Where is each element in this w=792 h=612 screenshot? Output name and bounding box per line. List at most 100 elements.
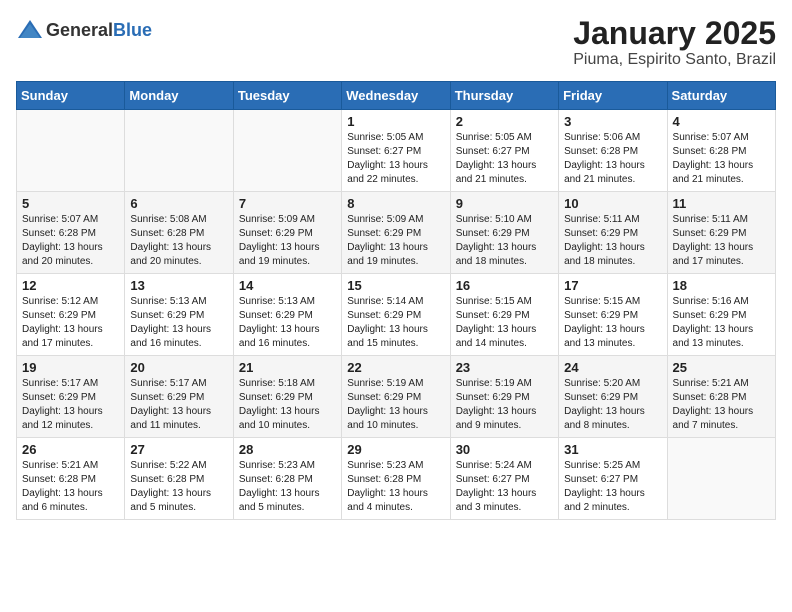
table-row: 11 Sunrise: 5:11 AM Sunset: 6:29 PM Dayli…: [667, 192, 775, 274]
table-row: 22 Sunrise: 5:19 AM Sunset: 6:29 PM Dayli…: [342, 356, 450, 438]
day-info: Sunrise: 5:15 AM Sunset: 6:29 PM Dayligh…: [456, 295, 553, 351]
table-row: 25Sunrise: 5:21 AM Sunset: 6:28 PM Dayli…: [667, 356, 775, 438]
header-monday: Monday: [125, 82, 233, 110]
day-info: Sunrise: 5:07 AM Sunset: 6:28 PM Dayligh…: [22, 213, 119, 269]
day-number: 30: [456, 442, 553, 457]
day-number: 24: [564, 360, 661, 375]
day-info: Sunrise: 5:15 AM Sunset: 6:29 PM Dayligh…: [564, 295, 661, 351]
day-info: Sunrise: 5:11 AM Sunset: 6:29 PM Dayligh…: [564, 213, 661, 269]
table-row: 31 Sunrise: 5:25 AM Sunset: 6:27 PM Dayli…: [559, 438, 667, 520]
table-row: 27Sunrise: 5:22 AM Sunset: 6:28 PM Dayli…: [125, 438, 233, 520]
day-number: 5: [22, 196, 119, 211]
table-row: 16 Sunrise: 5:15 AM Sunset: 6:29 PM Dayli…: [450, 274, 558, 356]
table-row: 15 Sunrise: 5:14 AM Sunset: 6:29 PM Dayli…: [342, 274, 450, 356]
day-number: 20: [130, 360, 227, 375]
page-header: GeneralBlue January 2025 Piuma, Espirito…: [16, 16, 776, 69]
table-row: 23 Sunrise: 5:19 AM Sunset: 6:29 PM Dayli…: [450, 356, 558, 438]
day-number: 11: [673, 196, 770, 211]
day-number: 7: [239, 196, 336, 211]
day-number: 14: [239, 278, 336, 293]
day-number: 28: [239, 442, 336, 457]
table-row: 6 Sunrise: 5:08 AM Sunset: 6:28 PM Daylig…: [125, 192, 233, 274]
day-number: 13: [130, 278, 227, 293]
day-info: Sunrise: 5:11 AM Sunset: 6:29 PM Dayligh…: [673, 213, 770, 269]
header-sunday: Sunday: [17, 82, 125, 110]
day-info: Sunrise: 5:12 AM Sunset: 6:29 PM Dayligh…: [22, 295, 119, 351]
day-info: Sunrise: 5:20 AM Sunset: 6:29 PM Dayligh…: [564, 377, 661, 433]
day-number: 12: [22, 278, 119, 293]
day-number: 15: [347, 278, 444, 293]
day-number: 22: [347, 360, 444, 375]
day-info: Sunrise: 5:09 AM Sunset: 6:29 PM Dayligh…: [347, 213, 444, 269]
day-info: Sunrise: 5:09 AM Sunset: 6:29 PM Dayligh…: [239, 213, 336, 269]
logo: GeneralBlue: [16, 16, 152, 44]
day-info: Sunrise: 5:05 AM Sunset: 6:27 PM Dayligh…: [456, 131, 553, 187]
day-number: 18: [673, 278, 770, 293]
table-row: [233, 110, 341, 192]
day-info: Sunrise: 5:16 AM Sunset: 6:29 PM Dayligh…: [673, 295, 770, 351]
table-row: [17, 110, 125, 192]
logo-icon: [16, 16, 44, 44]
calendar-table: Sunday Monday Tuesday Wednesday Thursday…: [16, 81, 776, 520]
table-row: [125, 110, 233, 192]
calendar-title: January 2025: [573, 16, 776, 51]
day-number: 10: [564, 196, 661, 211]
day-info: Sunrise: 5:24 AM Sunset: 6:27 PM Dayligh…: [456, 459, 553, 515]
day-number: 6: [130, 196, 227, 211]
day-info: Sunrise: 5:23 AM Sunset: 6:28 PM Dayligh…: [347, 459, 444, 515]
day-number: 1: [347, 114, 444, 129]
header-tuesday: Tuesday: [233, 82, 341, 110]
weekday-header-row: Sunday Monday Tuesday Wednesday Thursday…: [17, 82, 776, 110]
day-info: Sunrise: 5:07 AM Sunset: 6:28 PM Dayligh…: [673, 131, 770, 187]
table-row: 21 Sunrise: 5:18 AM Sunset: 6:29 PM Dayli…: [233, 356, 341, 438]
day-number: 26: [22, 442, 119, 457]
day-info: Sunrise: 5:06 AM Sunset: 6:28 PM Dayligh…: [564, 131, 661, 187]
table-row: 29 Sunrise: 5:23 AM Sunset: 6:28 PM Dayli…: [342, 438, 450, 520]
header-saturday: Saturday: [667, 82, 775, 110]
table-row: 14 Sunrise: 5:13 AM Sunset: 6:29 PM Dayli…: [233, 274, 341, 356]
table-row: 3Sunrise: 5:06 AM Sunset: 6:28 PM Daylig…: [559, 110, 667, 192]
table-row: 1 Sunrise: 5:05 AM Sunset: 6:27 PM Daylig…: [342, 110, 450, 192]
calendar-week-row: 12 Sunrise: 5:12 AM Sunset: 6:29 PM Dayli…: [17, 274, 776, 356]
calendar-week-row: 1 Sunrise: 5:05 AM Sunset: 6:27 PM Daylig…: [17, 110, 776, 192]
title-block: January 2025 Piuma, Espirito Santo, Braz…: [573, 16, 776, 69]
calendar-week-row: 19Sunrise: 5:17 AM Sunset: 6:29 PM Dayli…: [17, 356, 776, 438]
calendar-week-row: 5 Sunrise: 5:07 AM Sunset: 6:28 PM Daylig…: [17, 192, 776, 274]
day-number: 9: [456, 196, 553, 211]
table-row: 28Sunrise: 5:23 AM Sunset: 6:28 PM Dayli…: [233, 438, 341, 520]
table-row: 8 Sunrise: 5:09 AM Sunset: 6:29 PM Daylig…: [342, 192, 450, 274]
day-info: Sunrise: 5:13 AM Sunset: 6:29 PM Dayligh…: [239, 295, 336, 351]
day-info: Sunrise: 5:19 AM Sunset: 6:29 PM Dayligh…: [347, 377, 444, 433]
day-info: Sunrise: 5:14 AM Sunset: 6:29 PM Dayligh…: [347, 295, 444, 351]
day-info: Sunrise: 5:21 AM Sunset: 6:28 PM Dayligh…: [22, 459, 119, 515]
day-number: 27: [130, 442, 227, 457]
day-number: 31: [564, 442, 661, 457]
day-number: 23: [456, 360, 553, 375]
day-number: 17: [564, 278, 661, 293]
table-row: 30 Sunrise: 5:24 AM Sunset: 6:27 PM Dayli…: [450, 438, 558, 520]
calendar-subtitle: Piuma, Espirito Santo, Brazil: [573, 51, 776, 69]
day-number: 2: [456, 114, 553, 129]
day-info: Sunrise: 5:13 AM Sunset: 6:29 PM Dayligh…: [130, 295, 227, 351]
day-info: Sunrise: 5:05 AM Sunset: 6:27 PM Dayligh…: [347, 131, 444, 187]
table-row: 19Sunrise: 5:17 AM Sunset: 6:29 PM Dayli…: [17, 356, 125, 438]
table-row: 4Sunrise: 5:07 AM Sunset: 6:28 PM Daylig…: [667, 110, 775, 192]
day-info: Sunrise: 5:18 AM Sunset: 6:29 PM Dayligh…: [239, 377, 336, 433]
table-row: 12 Sunrise: 5:12 AM Sunset: 6:29 PM Dayli…: [17, 274, 125, 356]
day-number: 16: [456, 278, 553, 293]
header-friday: Friday: [559, 82, 667, 110]
day-info: Sunrise: 5:25 AM Sunset: 6:27 PM Dayligh…: [564, 459, 661, 515]
table-row: 18 Sunrise: 5:16 AM Sunset: 6:29 PM Dayli…: [667, 274, 775, 356]
day-info: Sunrise: 5:17 AM Sunset: 6:29 PM Dayligh…: [130, 377, 227, 433]
day-number: 21: [239, 360, 336, 375]
day-info: Sunrise: 5:08 AM Sunset: 6:28 PM Dayligh…: [130, 213, 227, 269]
header-thursday: Thursday: [450, 82, 558, 110]
day-number: 29: [347, 442, 444, 457]
day-number: 25: [673, 360, 770, 375]
table-row: [667, 438, 775, 520]
header-wednesday: Wednesday: [342, 82, 450, 110]
logo-text-general: General: [46, 20, 113, 40]
table-row: 17 Sunrise: 5:15 AM Sunset: 6:29 PM Dayli…: [559, 274, 667, 356]
day-number: 8: [347, 196, 444, 211]
day-info: Sunrise: 5:19 AM Sunset: 6:29 PM Dayligh…: [456, 377, 553, 433]
